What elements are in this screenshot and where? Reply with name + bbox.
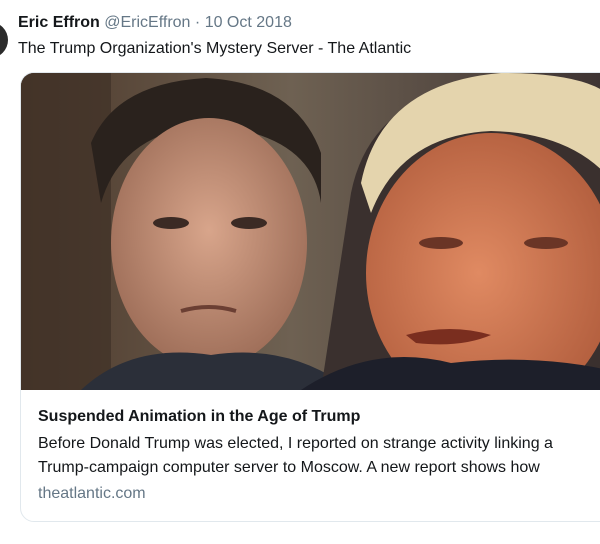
card-description: Before Donald Trump was elected, I repor…	[38, 432, 600, 480]
card-domain[interactable]: theatlantic.com	[38, 483, 146, 505]
card-photo-illustration	[21, 73, 600, 390]
link-preview-card[interactable]: Suspended Animation in the Age of Trump …	[20, 72, 600, 522]
card-description-line: Trump-campaign computer server to Moscow…	[38, 459, 540, 476]
tweet-header: Eric Effron @EricEffron · 10 Oct 2018	[18, 10, 590, 36]
tweet-date[interactable]: 10 Oct 2018	[205, 14, 292, 31]
card-description-line: Before Donald Trump was elected, I repor…	[38, 435, 553, 452]
header-separator: ·	[194, 14, 201, 31]
card-title[interactable]: Suspended Animation in the Age of Trump	[38, 406, 360, 428]
card-image[interactable]	[21, 73, 600, 390]
author-name[interactable]: Eric Effron	[18, 14, 100, 31]
tweet-text: The Trump Organization's Mystery Server …	[18, 40, 412, 57]
avatar[interactable]	[0, 22, 8, 58]
author-handle[interactable]: @EricEffron	[104, 14, 190, 31]
